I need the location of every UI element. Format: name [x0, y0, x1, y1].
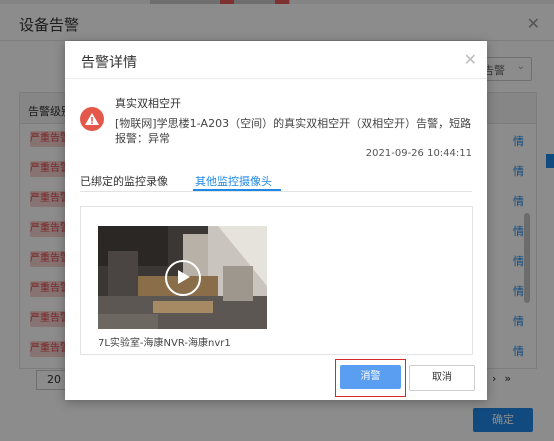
camera-name: 7L实验室-海康NVR-海康nvr1: [98, 338, 231, 349]
play-icon[interactable]: [165, 260, 201, 296]
cancel-button[interactable]: 取消: [409, 365, 475, 391]
alarm-timestamp: 2021-09-26 10:44:11: [365, 148, 472, 159]
alarm-detail-dialog: 告警详情 ✕ 真实双相空开 [物联网]学思楼1-A203（空间）的真实双相空开（…: [65, 41, 487, 400]
camera-tabs: 已绑定的监控录像 其他监控摄像头: [80, 171, 472, 192]
clear-alarm-button[interactable]: 消警: [340, 365, 401, 389]
warning-icon: [80, 107, 104, 131]
camera-list-panel: 7L实验室-海康NVR-海康nvr1: [80, 206, 473, 355]
close-icon[interactable]: ✕: [464, 50, 477, 69]
tab-bound-recordings[interactable]: 已绑定的监控录像: [80, 173, 168, 189]
alarm-device-name: 真实双相空开: [115, 97, 181, 110]
camera-thumbnail[interactable]: [98, 226, 267, 329]
dialog-title: 告警详情: [81, 55, 137, 71]
active-tab-indicator: [193, 189, 281, 191]
tab-other-cameras[interactable]: 其他监控摄像头: [195, 173, 272, 189]
alarm-description: [物联网]学思楼1-A203（空间）的真实双相空开（双相空开）告警，短路报警：异…: [115, 117, 472, 145]
